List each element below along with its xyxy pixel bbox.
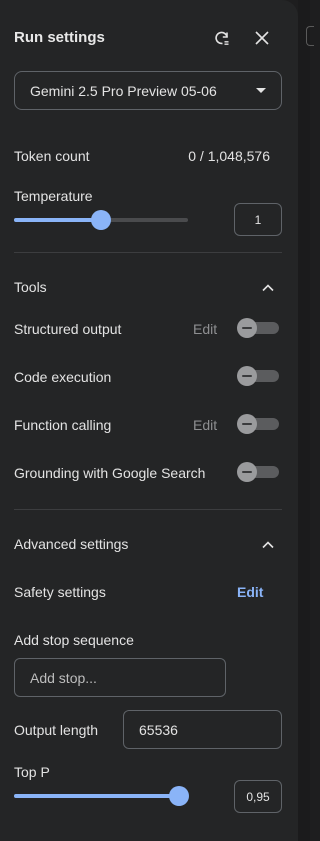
chevron-up-icon [262, 284, 274, 292]
advanced-collapse-button[interactable] [258, 535, 278, 555]
divider [14, 509, 282, 510]
toggle-knob [237, 366, 257, 386]
structured-output-edit-link[interactable]: Edit [193, 321, 217, 337]
temperature-label: Temperature [14, 188, 93, 204]
structured-output-toggle[interactable] [237, 318, 279, 338]
main-area-edge [298, 0, 310, 841]
model-select[interactable]: Gemini 2.5 Pro Preview 05-06 [14, 71, 282, 110]
toggle-knob [237, 462, 257, 482]
temperature-slider-thumb[interactable] [91, 210, 111, 230]
tool-label-function-calling: Function calling [14, 417, 112, 433]
safety-settings-edit-link[interactable]: Edit [237, 584, 263, 600]
output-length-input[interactable] [123, 710, 282, 749]
temperature-slider[interactable] [14, 210, 188, 230]
output-length-label: Output length [14, 722, 99, 738]
top-p-slider-fill [14, 794, 179, 798]
temperature-input[interactable]: 1 [234, 203, 282, 236]
stop-sequence-label: Add stop sequence [14, 632, 134, 648]
advanced-settings-heading: Advanced settings [14, 536, 129, 552]
function-calling-edit-link[interactable]: Edit [193, 417, 217, 433]
toggle-knob [237, 414, 257, 434]
token-count-label: Token count [14, 148, 90, 164]
tools-heading: Tools [14, 279, 47, 295]
chevron-up-icon [262, 541, 274, 549]
divider [14, 252, 282, 253]
stop-sequence-input[interactable] [14, 658, 226, 697]
run-settings-panel: Run settings Gemini 2.5 Pro Preview 05-0… [0, 0, 298, 841]
top-p-input[interactable]: 0,95 [234, 780, 282, 813]
reset-icon [215, 31, 229, 45]
safety-settings-label: Safety settings [14, 584, 106, 600]
main-area-border-fragment [306, 26, 314, 46]
tool-label-structured-output: Structured output [14, 321, 122, 337]
tool-label-grounding: Grounding with Google Search [14, 465, 206, 481]
panel-title: Run settings [14, 29, 105, 46]
reset-button[interactable] [210, 26, 234, 50]
top-p-slider-thumb[interactable] [169, 786, 189, 806]
model-select-value: Gemini 2.5 Pro Preview 05-06 [30, 82, 217, 99]
token-count-value: 0 / 1,048,576 [188, 148, 270, 164]
toggle-knob [237, 318, 257, 338]
function-calling-toggle[interactable] [237, 414, 279, 434]
code-execution-toggle[interactable] [237, 366, 279, 386]
temperature-slider-fill [14, 218, 101, 222]
close-button[interactable] [250, 26, 274, 50]
top-p-label: Top P [14, 764, 50, 780]
dropdown-caret-icon [256, 88, 266, 93]
grounding-toggle[interactable] [237, 462, 279, 482]
tool-label-code-execution: Code execution [14, 369, 112, 385]
top-p-slider[interactable] [14, 786, 189, 806]
tools-collapse-button[interactable] [258, 278, 278, 298]
close-icon [255, 31, 269, 45]
